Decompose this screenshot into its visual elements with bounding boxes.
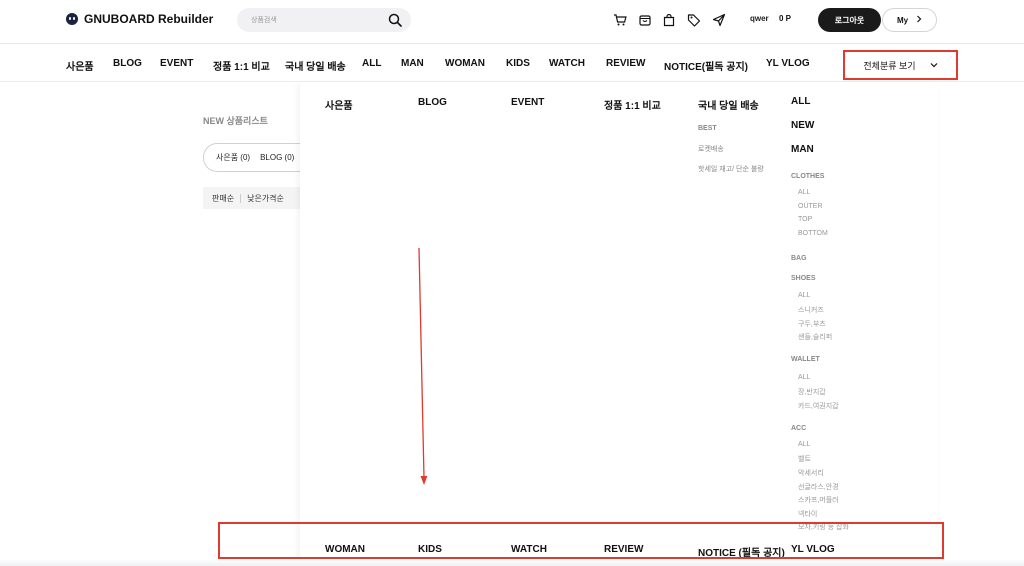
user-id: qwer: [750, 14, 769, 23]
mega-leaf[interactable]: ALL: [798, 374, 810, 381]
tab-blog[interactable]: BLOG (0): [260, 153, 294, 162]
mega-leaf[interactable]: 카드,여권지갑: [798, 401, 839, 411]
shopping-bag-icon[interactable]: [662, 13, 676, 27]
mega-menu-panel: 사은품 BLOG EVENT 정품 1:1 비교 국내 당일 배송 BEST 로…: [300, 82, 938, 566]
divider: [240, 193, 242, 203]
mega-group-clothes[interactable]: CLOTHES: [791, 173, 824, 180]
nav-item-vlog[interactable]: YL VLOG: [766, 58, 810, 69]
mega-leaf[interactable]: 샌들,슬리퍼: [798, 332, 832, 342]
search-input[interactable]: [237, 8, 377, 32]
tab-gift[interactable]: 사은품 (0): [216, 152, 250, 163]
annotation-arrow-icon: [418, 247, 428, 485]
mega-leaf[interactable]: BOTTOM: [798, 230, 828, 237]
points-balance: 0 P: [779, 14, 792, 23]
mega-new[interactable]: NEW: [791, 120, 814, 131]
mega-col-domestic[interactable]: 국내 당일 배송: [698, 97, 759, 112]
mega-leaf[interactable]: 장,반지갑: [798, 387, 826, 397]
mega-group-shoes[interactable]: SHOES: [791, 275, 816, 282]
nav-item-compare[interactable]: 정품 1:1 비교: [213, 58, 270, 73]
main-nav: 사은품 BLOG EVENT 정품 1:1 비교 국내 당일 배송 ALL MA…: [0, 44, 1024, 82]
my-button[interactable]: My: [882, 8, 937, 32]
nav-item-blog[interactable]: BLOG: [113, 58, 142, 69]
mega-group-acc[interactable]: ACC: [791, 425, 806, 432]
mega-leaf[interactable]: 악세서리: [798, 468, 824, 478]
logo-text: GNUBOARD Rebuilder: [84, 12, 214, 26]
nav-item-gift[interactable]: 사은품: [66, 58, 94, 73]
new-products-title: NEW 상품리스트: [203, 116, 268, 126]
nav-item-review[interactable]: REVIEW: [606, 58, 645, 69]
cart-icon[interactable]: [613, 13, 627, 27]
nav-item-woman[interactable]: WOMAN: [445, 58, 485, 69]
nav-item-notice[interactable]: NOTICE(필독 공지): [664, 58, 748, 73]
header: GNUBOARD Rebuilder qwer 0 P 로그아웃 My: [0, 0, 1024, 44]
product-tabs: 사은품 (0) BLOG (0): [203, 143, 313, 172]
nav-item-domestic[interactable]: 국내 당일 배송: [285, 58, 346, 73]
tag-icon[interactable]: [687, 13, 701, 27]
mega-leaf[interactable]: OUTER: [798, 203, 823, 210]
mega-sub-best[interactable]: BEST: [698, 125, 717, 132]
site-logo[interactable]: GNUBOARD Rebuilder: [66, 12, 213, 26]
mega-leaf[interactable]: 구두,부츠: [798, 319, 826, 329]
mega-man[interactable]: MAN: [791, 144, 814, 155]
chevron-down-icon: [930, 60, 938, 70]
sort-sales[interactable]: 판매순: [212, 193, 234, 204]
logout-button[interactable]: 로그아웃: [818, 8, 881, 32]
mega-col-blog[interactable]: BLOG: [418, 97, 447, 108]
sort-low-price[interactable]: 낮은가격순: [247, 193, 284, 204]
chevron-right-icon: [916, 15, 922, 25]
paper-plane-icon[interactable]: [712, 13, 726, 27]
sort-bar: 판매순 낮은가격순: [203, 187, 313, 209]
mega-sub-hotsale[interactable]: 핫세일 재고/ 단순 불량: [698, 164, 764, 174]
mega-leaf[interactable]: 선글라스,안경: [798, 482, 839, 492]
mega-group-wallet[interactable]: WALLET: [791, 356, 820, 363]
mega-leaf[interactable]: 스니커즈: [798, 305, 824, 315]
all-categories-button[interactable]: 전체분류 보기: [843, 50, 958, 80]
mega-leaf[interactable]: 넥타이: [798, 509, 817, 519]
mega-leaf[interactable]: 스카프,머플러: [798, 495, 839, 505]
nav-item-watch[interactable]: WATCH: [549, 58, 585, 69]
annotation-box: [218, 522, 944, 559]
mega-col-compare[interactable]: 정품 1:1 비교: [604, 97, 661, 112]
nav-item-all[interactable]: ALL: [362, 58, 381, 69]
logout-label: 로그아웃: [834, 15, 865, 25]
mega-leaf[interactable]: ALL: [798, 292, 810, 299]
nav-item-man[interactable]: MAN: [401, 58, 424, 69]
search-icon[interactable]: [388, 13, 402, 32]
mega-leaf[interactable]: ALL: [798, 441, 810, 448]
mega-leaf[interactable]: ALL: [798, 189, 810, 196]
logo-icon: [66, 13, 78, 25]
mega-col-gift[interactable]: 사은품: [325, 97, 353, 112]
my-label: My: [896, 15, 909, 25]
nav-item-event[interactable]: EVENT: [160, 58, 193, 69]
mega-sub-rocket[interactable]: 로켓배송: [698, 144, 724, 154]
all-categories-label: 전체분류 보기: [863, 60, 916, 71]
mega-col-event[interactable]: EVENT: [511, 97, 544, 108]
bag-icon[interactable]: [638, 13, 652, 27]
mega-leaf[interactable]: 벨트: [798, 454, 811, 464]
mega-leaf[interactable]: TOP: [798, 216, 812, 223]
mega-group-bag[interactable]: BAG: [791, 255, 807, 262]
nav-item-kids[interactable]: KIDS: [506, 58, 530, 69]
window-bottom-edge: [0, 559, 1024, 566]
mega-all[interactable]: ALL: [791, 96, 810, 107]
search-bar: [237, 8, 411, 32]
